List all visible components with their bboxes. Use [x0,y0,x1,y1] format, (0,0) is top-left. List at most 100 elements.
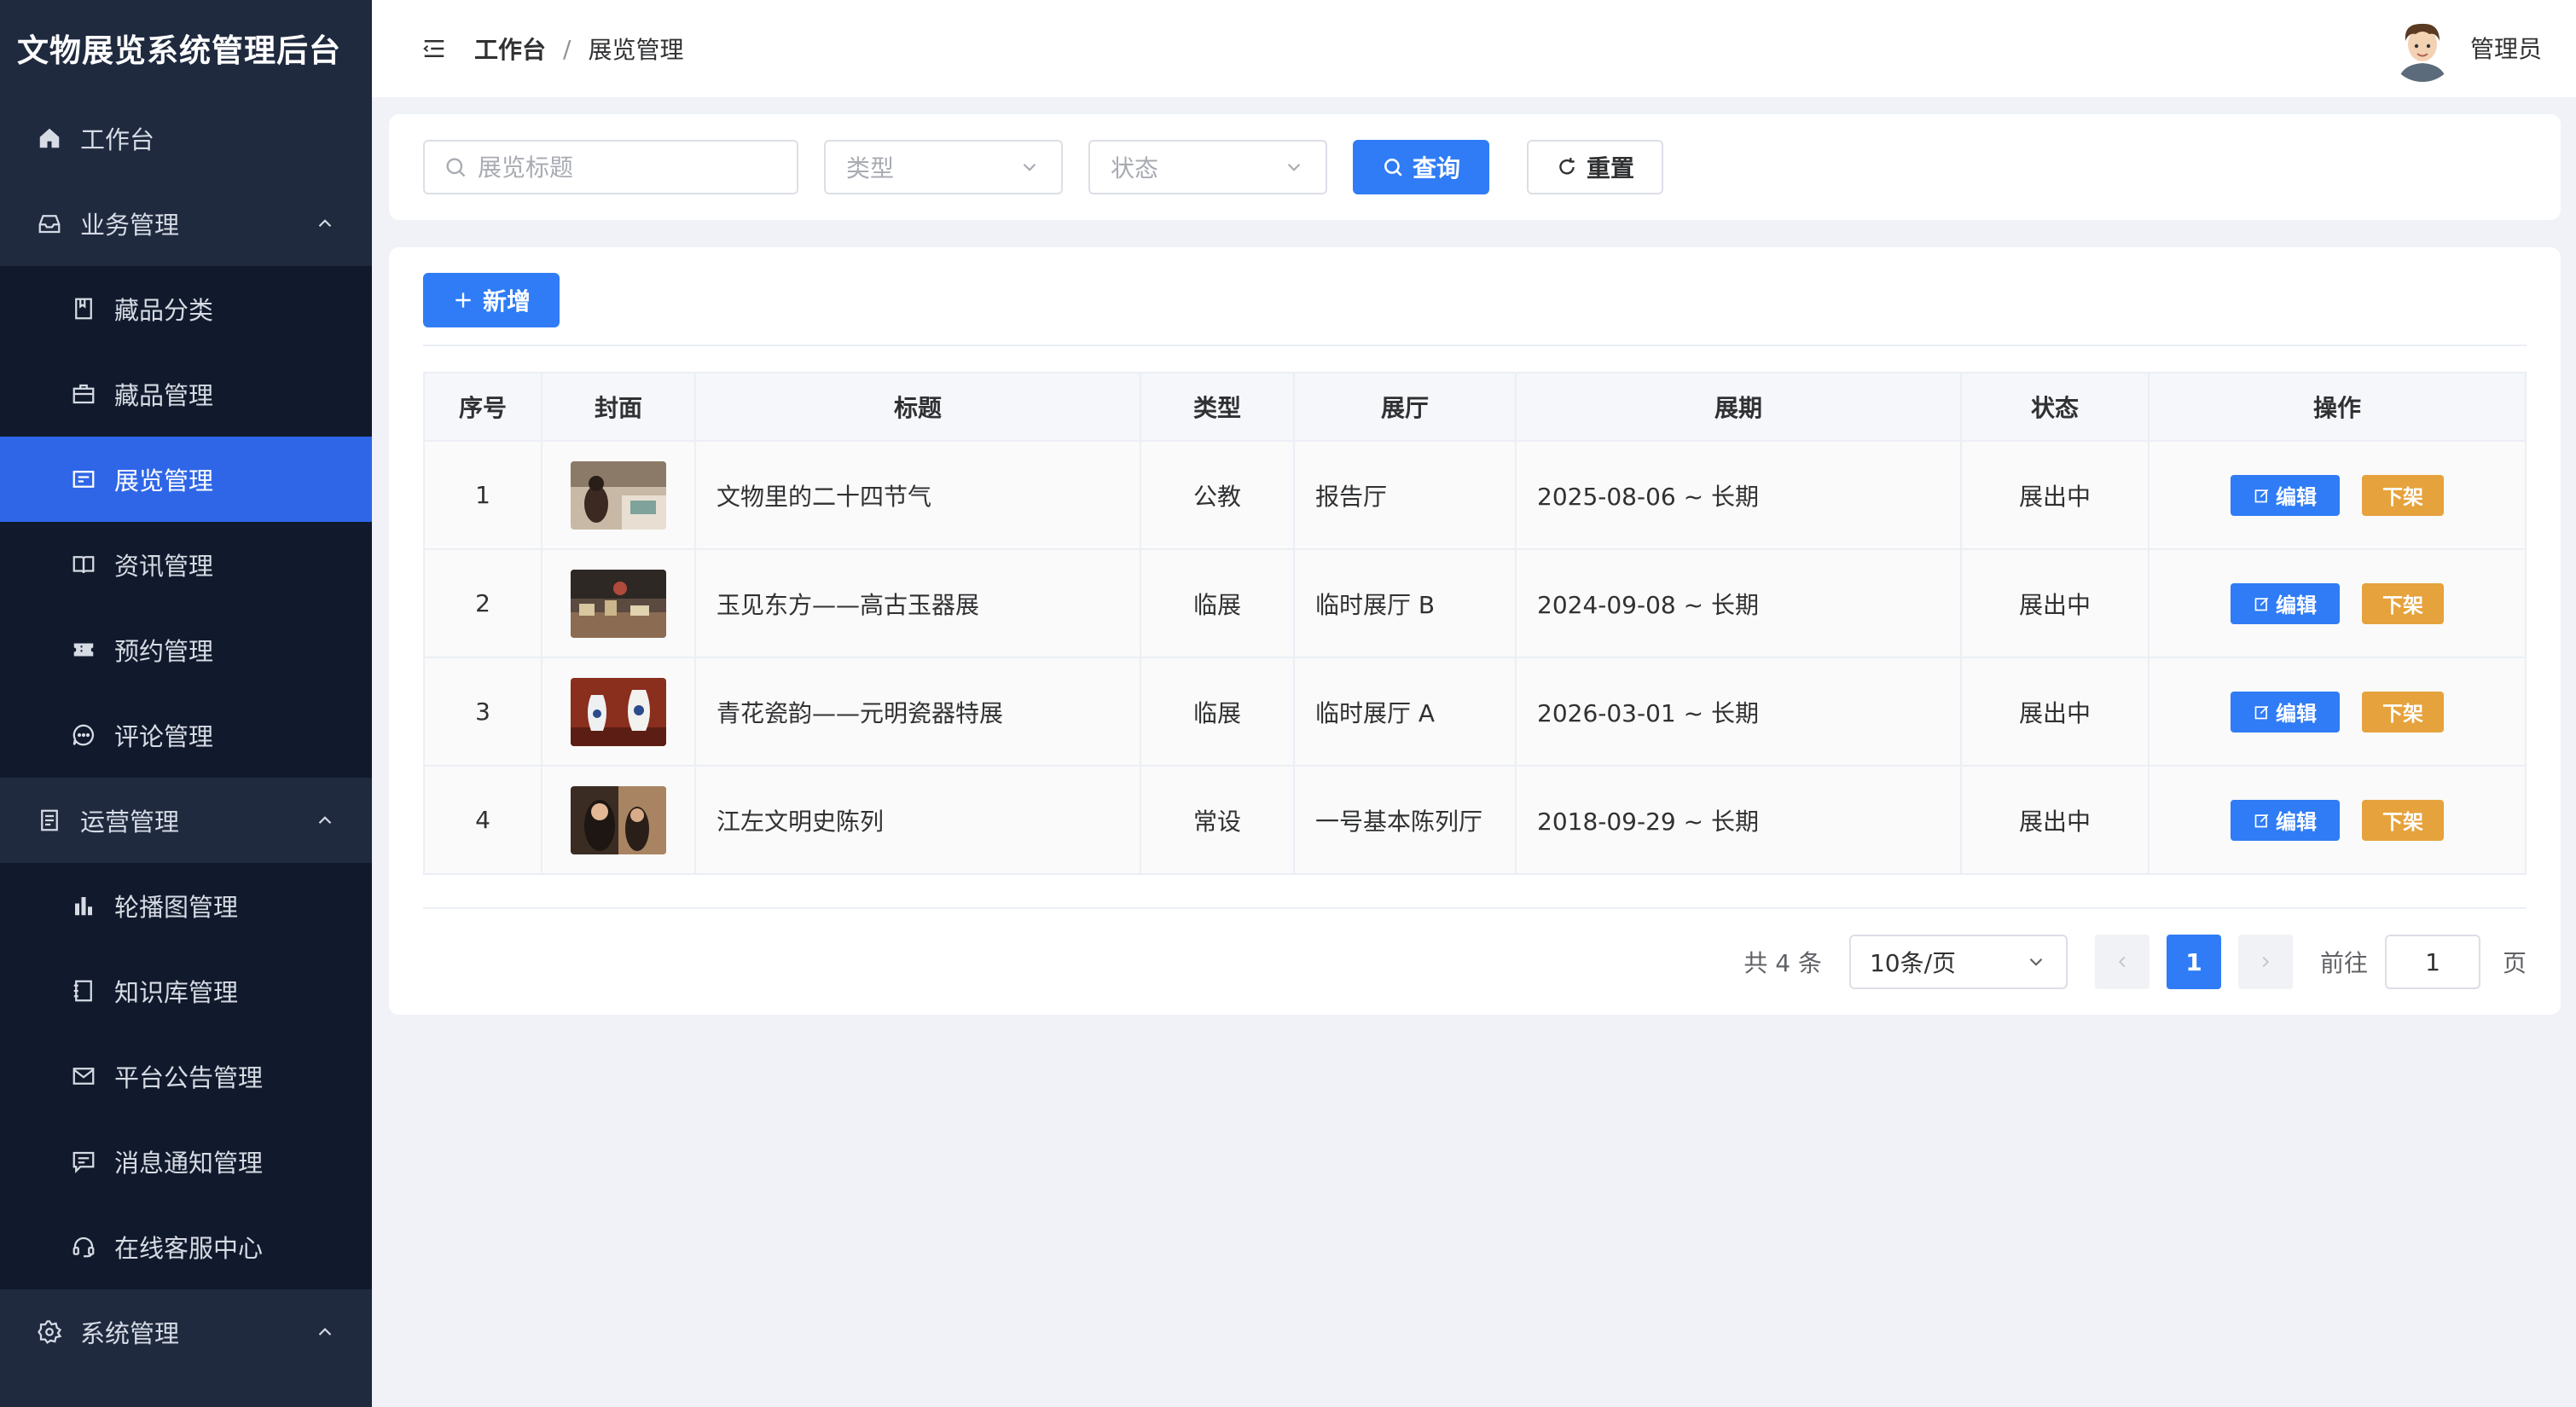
pagination: 共 4 条 10条/页 1 前往 1 页 [1743,935,2527,989]
edit-button[interactable]: 编辑 [2231,474,2340,516]
offline-button[interactable]: 下架 [2362,799,2444,841]
goto-label: 前往 [2319,949,2368,977]
edit-button-label: 编辑 [2276,485,2317,509]
headset-icon [70,1233,97,1260]
reset-button[interactable]: 重置 [1527,140,1663,194]
column-header-title: 标题 [696,373,1141,440]
edit-button[interactable]: 编辑 [2231,691,2340,732]
sidebar-item-collection-category[interactable]: 藏品分类 [0,266,372,351]
column-header-index: 序号 [425,373,542,440]
row-hall: 临时展厅 B [1295,550,1517,657]
sidebar-item-operation[interactable]: 运营管理 [0,778,372,863]
sidebar-item-announcement[interactable]: 平台公告管理 [0,1034,372,1119]
title-search-input[interactable] [423,140,798,194]
card-icon [70,466,97,493]
row-period: 2024-09-08 ~ 长期 [1517,550,1962,657]
offline-button[interactable]: 下架 [2362,691,2444,732]
next-page-button[interactable] [2237,935,2293,989]
divider [423,345,2527,346]
sidebar-item-notification[interactable]: 消息通知管理 [0,1119,372,1204]
open-book-icon [70,551,97,578]
edit-icon [2254,705,2269,719]
edit-button-label: 编辑 [2276,810,2317,834]
sidebar-item-dashboard[interactable]: 工作台 [0,96,372,181]
top-header: 工作台 / 展览管理 管理员 [372,0,2576,97]
sidebar-item-label: 轮播图管理 [114,893,239,922]
row-index: 4 [425,767,542,873]
query-button[interactable]: 查询 [1353,140,1489,194]
chevron-up-icon [314,211,336,234]
table-panel: 新增 序号 封面 标题 类型 展厅 展期 状态 操作 1 文物里的二十四节气 公… [389,247,2561,1015]
page-number-current[interactable]: 1 [2166,935,2221,989]
title-search-field[interactable] [478,153,734,182]
chevron-left-icon [2118,956,2126,968]
row-title: 玉见东方——高古玉器展 [696,550,1141,657]
status-select[interactable]: 状态 [1088,140,1327,194]
row-status: 展出中 [1962,658,2150,765]
user-menu[interactable]: 管理员 [2387,14,2542,82]
column-header-period: 展期 [1517,373,1962,440]
row-type: 公教 [1141,442,1295,548]
cover-cell [542,767,696,873]
user-name[interactable]: 管理员 [2470,31,2542,65]
row-title: 江左文明史陈列 [696,767,1141,873]
sidebar-item-business[interactable]: 业务管理 [0,181,372,266]
page-size-select[interactable]: 10条/页 [1848,935,2068,989]
offline-button[interactable]: 下架 [2362,474,2444,516]
sidebar-item-collection[interactable]: 藏品管理 [0,351,372,437]
edit-icon [2254,489,2269,502]
column-header-hall: 展厅 [1295,373,1517,440]
sidebar-item-label: 藏品分类 [114,296,214,325]
goto-page-input[interactable]: 1 [2384,935,2480,989]
bar-chart-icon [70,892,97,919]
sidebar-item-label: 评论管理 [114,722,214,751]
breadcrumb-home[interactable]: 工作台 [474,32,546,66]
avatar[interactable] [2387,14,2457,82]
prev-page-button[interactable] [2094,935,2150,989]
sidebar-item-label: 在线客服中心 [114,1234,264,1263]
message-icon [70,1148,97,1175]
sidebar-item-service[interactable]: 在线客服中心 [0,1204,372,1289]
type-select[interactable]: 类型 [824,140,1063,194]
edit-button[interactable]: 编辑 [2231,582,2340,624]
cover-cell [542,550,696,657]
sidebar-item-news[interactable]: 资讯管理 [0,522,372,607]
sidebar-item-exhibition[interactable]: 展览管理 [0,437,372,522]
table-row: 2 玉见东方——高古玉器展 临展 临时展厅 B 2024-09-08 ~ 长期 … [425,548,2525,657]
table-row: 3 青花瓷韵——元明瓷器特展 临展 临时展厅 A 2026-03-01 ~ 长期… [425,657,2525,765]
sidebar-item-banner[interactable]: 轮播图管理 [0,863,372,948]
cover-thumbnail[interactable] [571,569,666,638]
sidebar-item-label: 运营管理 [80,808,180,837]
refresh-icon [1559,158,1575,175]
edit-button[interactable]: 编辑 [2231,799,2340,841]
row-period: 2026-03-01 ~ 长期 [1517,658,1962,765]
inbox-icon [36,210,63,237]
add-button[interactable]: 新增 [423,273,560,327]
chevron-down-icon [1018,156,1041,178]
menu-fold-icon[interactable] [421,36,447,61]
sidebar-item-reservation[interactable]: 预约管理 [0,607,372,692]
cover-cell [542,442,696,548]
breadcrumb-separator: / [563,34,571,63]
cover-thumbnail[interactable] [571,460,666,530]
edit-button-label: 编辑 [2276,593,2317,617]
offline-button[interactable]: 下架 [2362,582,2444,624]
row-title: 文物里的二十四节气 [696,442,1141,548]
row-status: 展出中 [1962,550,2150,657]
column-header-cover: 封面 [542,373,696,440]
cover-cell [542,658,696,765]
app-title: 文物展览系统管理后台 [17,32,341,69]
cover-thumbnail[interactable] [571,785,666,854]
cover-thumbnail[interactable] [571,677,666,746]
chevron-down-icon [1283,156,1305,178]
page-size-value: 10条/页 [1869,949,1957,977]
chevron-up-icon [314,808,336,831]
sidebar-item-knowledge[interactable]: 知识库管理 [0,948,372,1034]
row-hall: 临时展厅 A [1295,658,1517,765]
sidebar-item-label: 资讯管理 [114,552,214,581]
sidebar-item-system[interactable]: 系统管理 [0,1289,372,1375]
sidebar-item-comment[interactable]: 评论管理 [0,692,372,778]
plus-icon [455,292,471,308]
row-index: 3 [425,658,542,765]
search-icon [444,155,467,179]
